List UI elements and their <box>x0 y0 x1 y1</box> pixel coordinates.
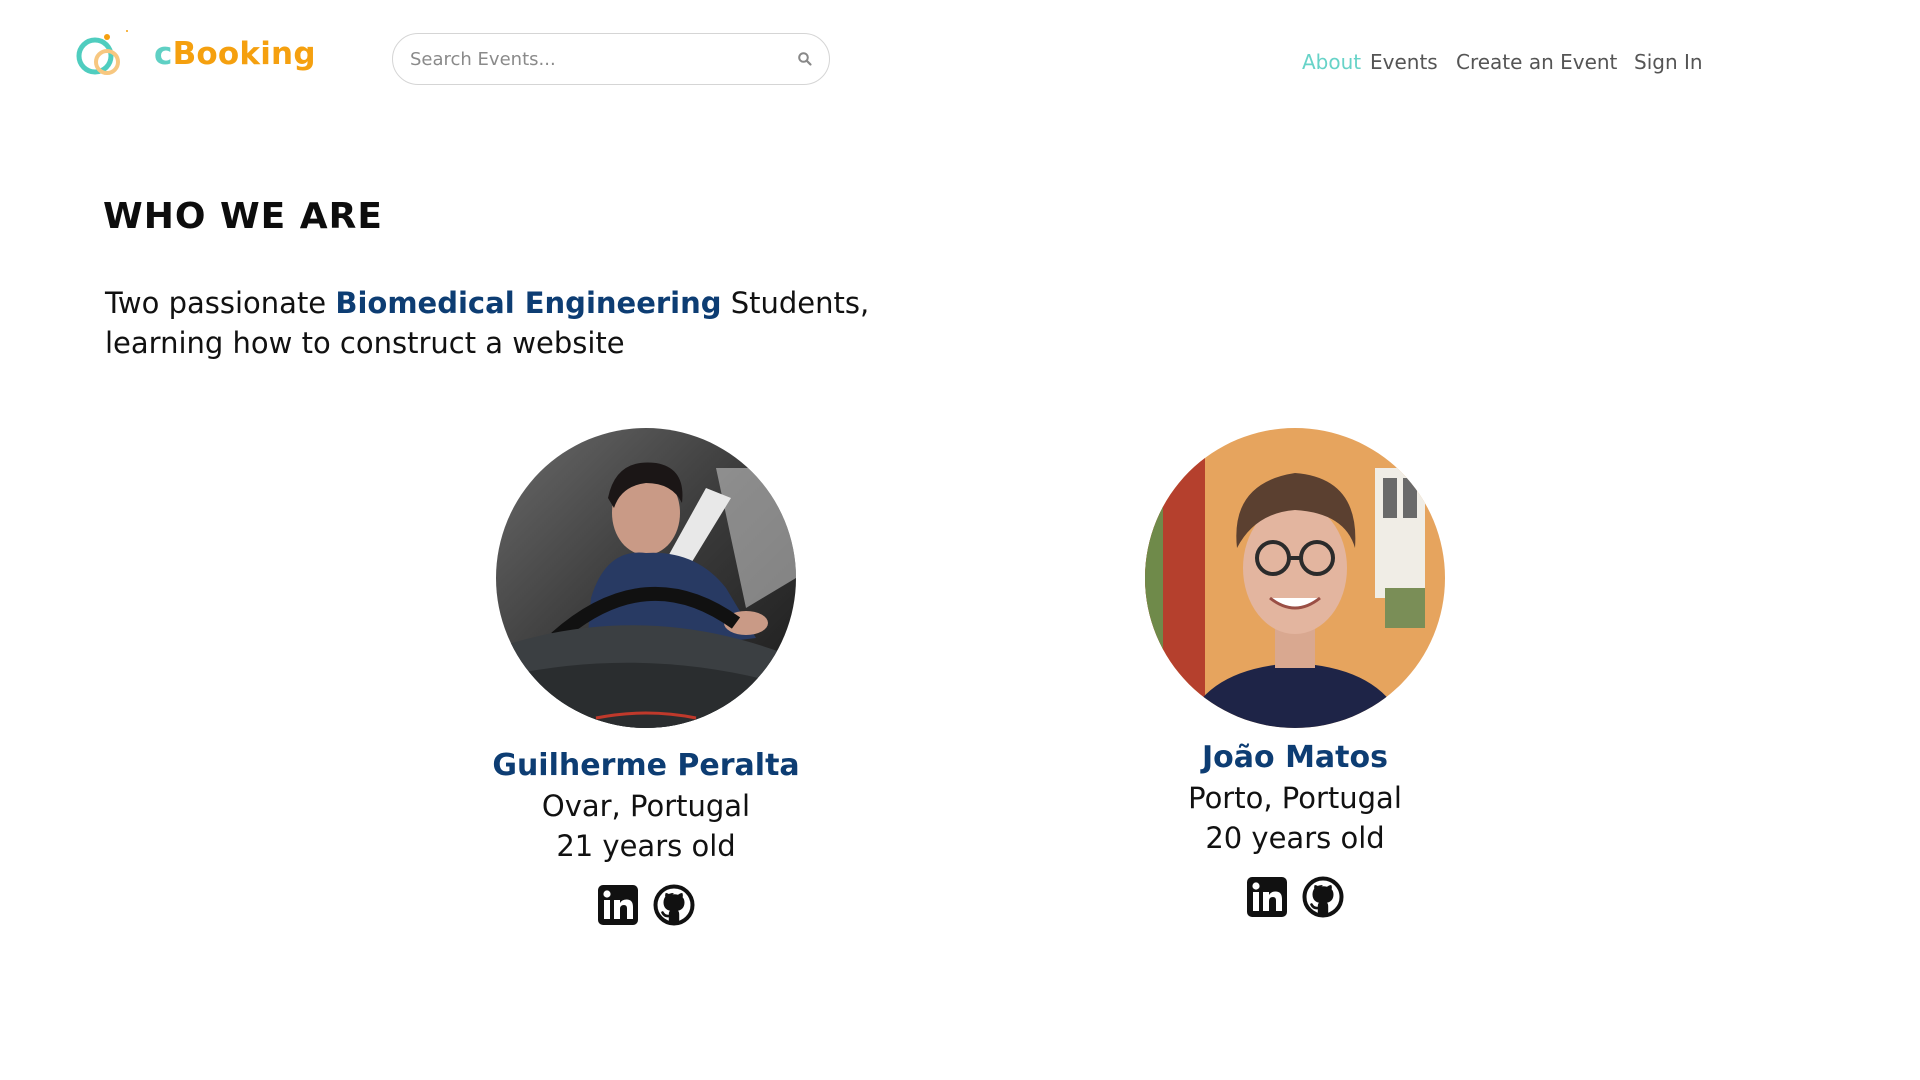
github-icon[interactable] <box>1302 876 1344 918</box>
linkedin-icon[interactable] <box>1246 876 1288 918</box>
member-location: Ovar, Portugal <box>541 789 751 823</box>
about-page: cBooking About Events Create an Event Si… <box>0 0 1920 1080</box>
logo-wordmark: cBooking <box>154 36 316 72</box>
logo-name: Booking <box>172 36 316 72</box>
page-title: WHO WE ARE <box>103 196 383 237</box>
nav-create-event[interactable]: Create an Event <box>1456 50 1617 74</box>
nav-events[interactable]: Events <box>1370 50 1438 74</box>
team-member-card: João Matos Porto, Portugal 20 years old <box>1085 428 1505 918</box>
member-name: João Matos <box>1202 740 1388 775</box>
site-logo[interactable]: cBooking <box>74 28 316 80</box>
social-links <box>1085 876 1505 918</box>
team-member-card: Guilherme Peralta Ovar, Portugal 21 year… <box>436 428 856 926</box>
nav-sign-in[interactable]: Sign In <box>1634 50 1703 74</box>
intro-highlight: Biomedical Engineering <box>335 286 722 320</box>
logo-prefix: c <box>154 36 173 72</box>
search-bar <box>392 33 830 85</box>
search-input[interactable] <box>408 47 782 71</box>
logo-rings-icon <box>76 30 128 75</box>
social-links <box>436 884 856 926</box>
member-age: 20 years old <box>1205 821 1385 855</box>
member-photo <box>1145 428 1445 728</box>
member-photo <box>496 428 796 728</box>
member-location: Porto, Portugal <box>1188 781 1402 815</box>
member-name: Guilherme Peralta <box>492 748 800 783</box>
search-icon[interactable] <box>797 51 813 67</box>
nav-about[interactable]: About <box>1302 50 1361 74</box>
linkedin-icon[interactable] <box>597 884 639 926</box>
intro-text: Two passionate Biomedical Engineering St… <box>105 283 925 363</box>
member-age: 21 years old <box>556 829 736 863</box>
intro-before: Two passionate <box>105 286 336 320</box>
github-icon[interactable] <box>653 884 695 926</box>
